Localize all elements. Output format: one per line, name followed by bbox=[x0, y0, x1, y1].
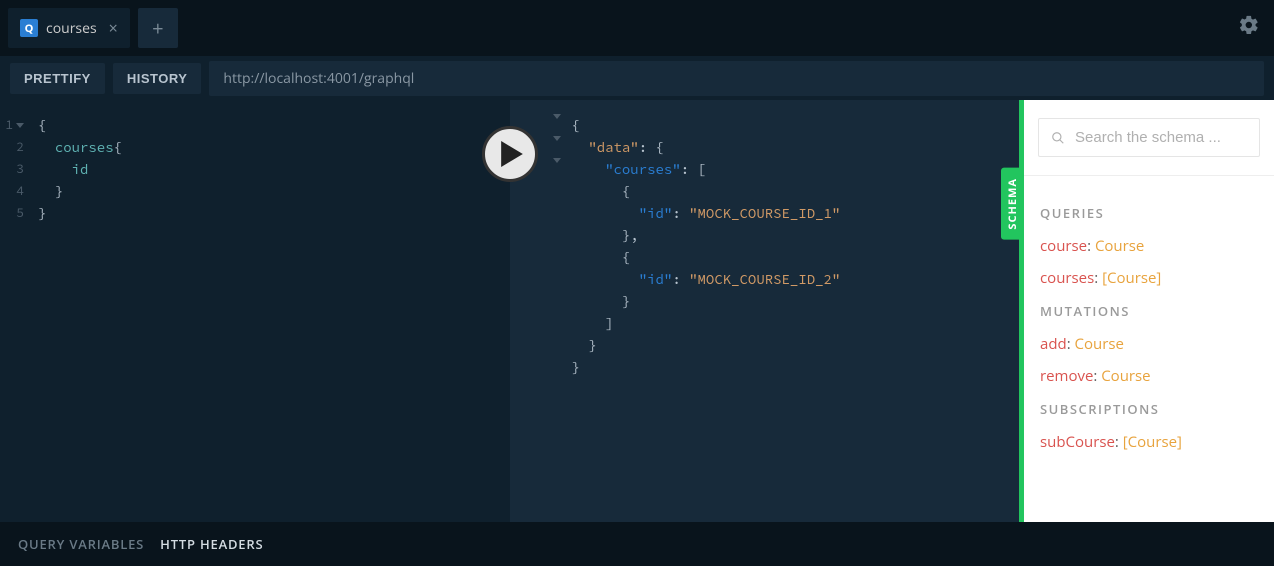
schema-search-area bbox=[1024, 100, 1274, 176]
editor-pane: 1 2 3 4 5 { courses{ id } } { "data": { … bbox=[0, 100, 1024, 522]
tab-name: courses bbox=[46, 19, 97, 38]
prettify-button[interactable]: PRETTIFY bbox=[10, 63, 105, 94]
endpoint-input[interactable] bbox=[209, 61, 1264, 96]
query-code[interactable]: { courses{ id } } bbox=[30, 100, 130, 522]
schema-item-add[interactable]: add: Course bbox=[1040, 334, 1258, 354]
result-fold-gutter bbox=[550, 100, 564, 522]
tab-bar: Q courses × + bbox=[0, 0, 1274, 56]
schema-item-course[interactable]: course: Course bbox=[1040, 236, 1258, 256]
settings-icon[interactable] bbox=[1238, 14, 1260, 41]
schema-search-input[interactable] bbox=[1075, 129, 1247, 146]
schema-body: QUERIES course: Course courses: [Course]… bbox=[1024, 176, 1274, 478]
http-headers-tab[interactable]: HTTP HEADERS bbox=[160, 535, 263, 553]
queries-heading: QUERIES bbox=[1040, 204, 1258, 222]
query-icon: Q bbox=[20, 19, 38, 37]
result-viewer: { "data": { "courses": [ { "id": "MOCK_C… bbox=[510, 100, 1020, 522]
search-icon bbox=[1051, 130, 1065, 146]
add-tab-button[interactable]: + bbox=[138, 8, 178, 48]
query-variables-tab[interactable]: QUERY VARIABLES bbox=[18, 535, 144, 553]
toolbar: PRETTIFY HISTORY bbox=[0, 56, 1274, 100]
mutations-heading: MUTATIONS bbox=[1040, 302, 1258, 320]
schema-panel: QUERIES course: Course courses: [Course]… bbox=[1024, 100, 1274, 522]
history-button[interactable]: HISTORY bbox=[113, 63, 202, 94]
schema-tab-toggle[interactable]: SCHEMA bbox=[1001, 168, 1024, 240]
schema-item-subcourse[interactable]: subCourse: [Course] bbox=[1040, 432, 1258, 452]
schema-search-box[interactable] bbox=[1038, 118, 1260, 157]
main-area: 1 2 3 4 5 { courses{ id } } { "data": { … bbox=[0, 100, 1274, 522]
subscriptions-heading: SUBSCRIPTIONS bbox=[1040, 400, 1258, 418]
line-gutter: 1 2 3 4 5 bbox=[0, 100, 30, 522]
tab-courses[interactable]: Q courses × bbox=[8, 8, 130, 48]
schema-item-courses[interactable]: courses: [Course] bbox=[1040, 268, 1258, 288]
result-code: { "data": { "courses": [ { "id": "MOCK_C… bbox=[564, 100, 849, 522]
schema-item-remove[interactable]: remove: Course bbox=[1040, 366, 1258, 386]
play-button[interactable] bbox=[482, 126, 538, 182]
bottom-bar: QUERY VARIABLES HTTP HEADERS bbox=[0, 522, 1274, 566]
close-icon[interactable]: × bbox=[109, 17, 118, 39]
query-editor[interactable]: 1 2 3 4 5 { courses{ id } } bbox=[0, 100, 510, 522]
